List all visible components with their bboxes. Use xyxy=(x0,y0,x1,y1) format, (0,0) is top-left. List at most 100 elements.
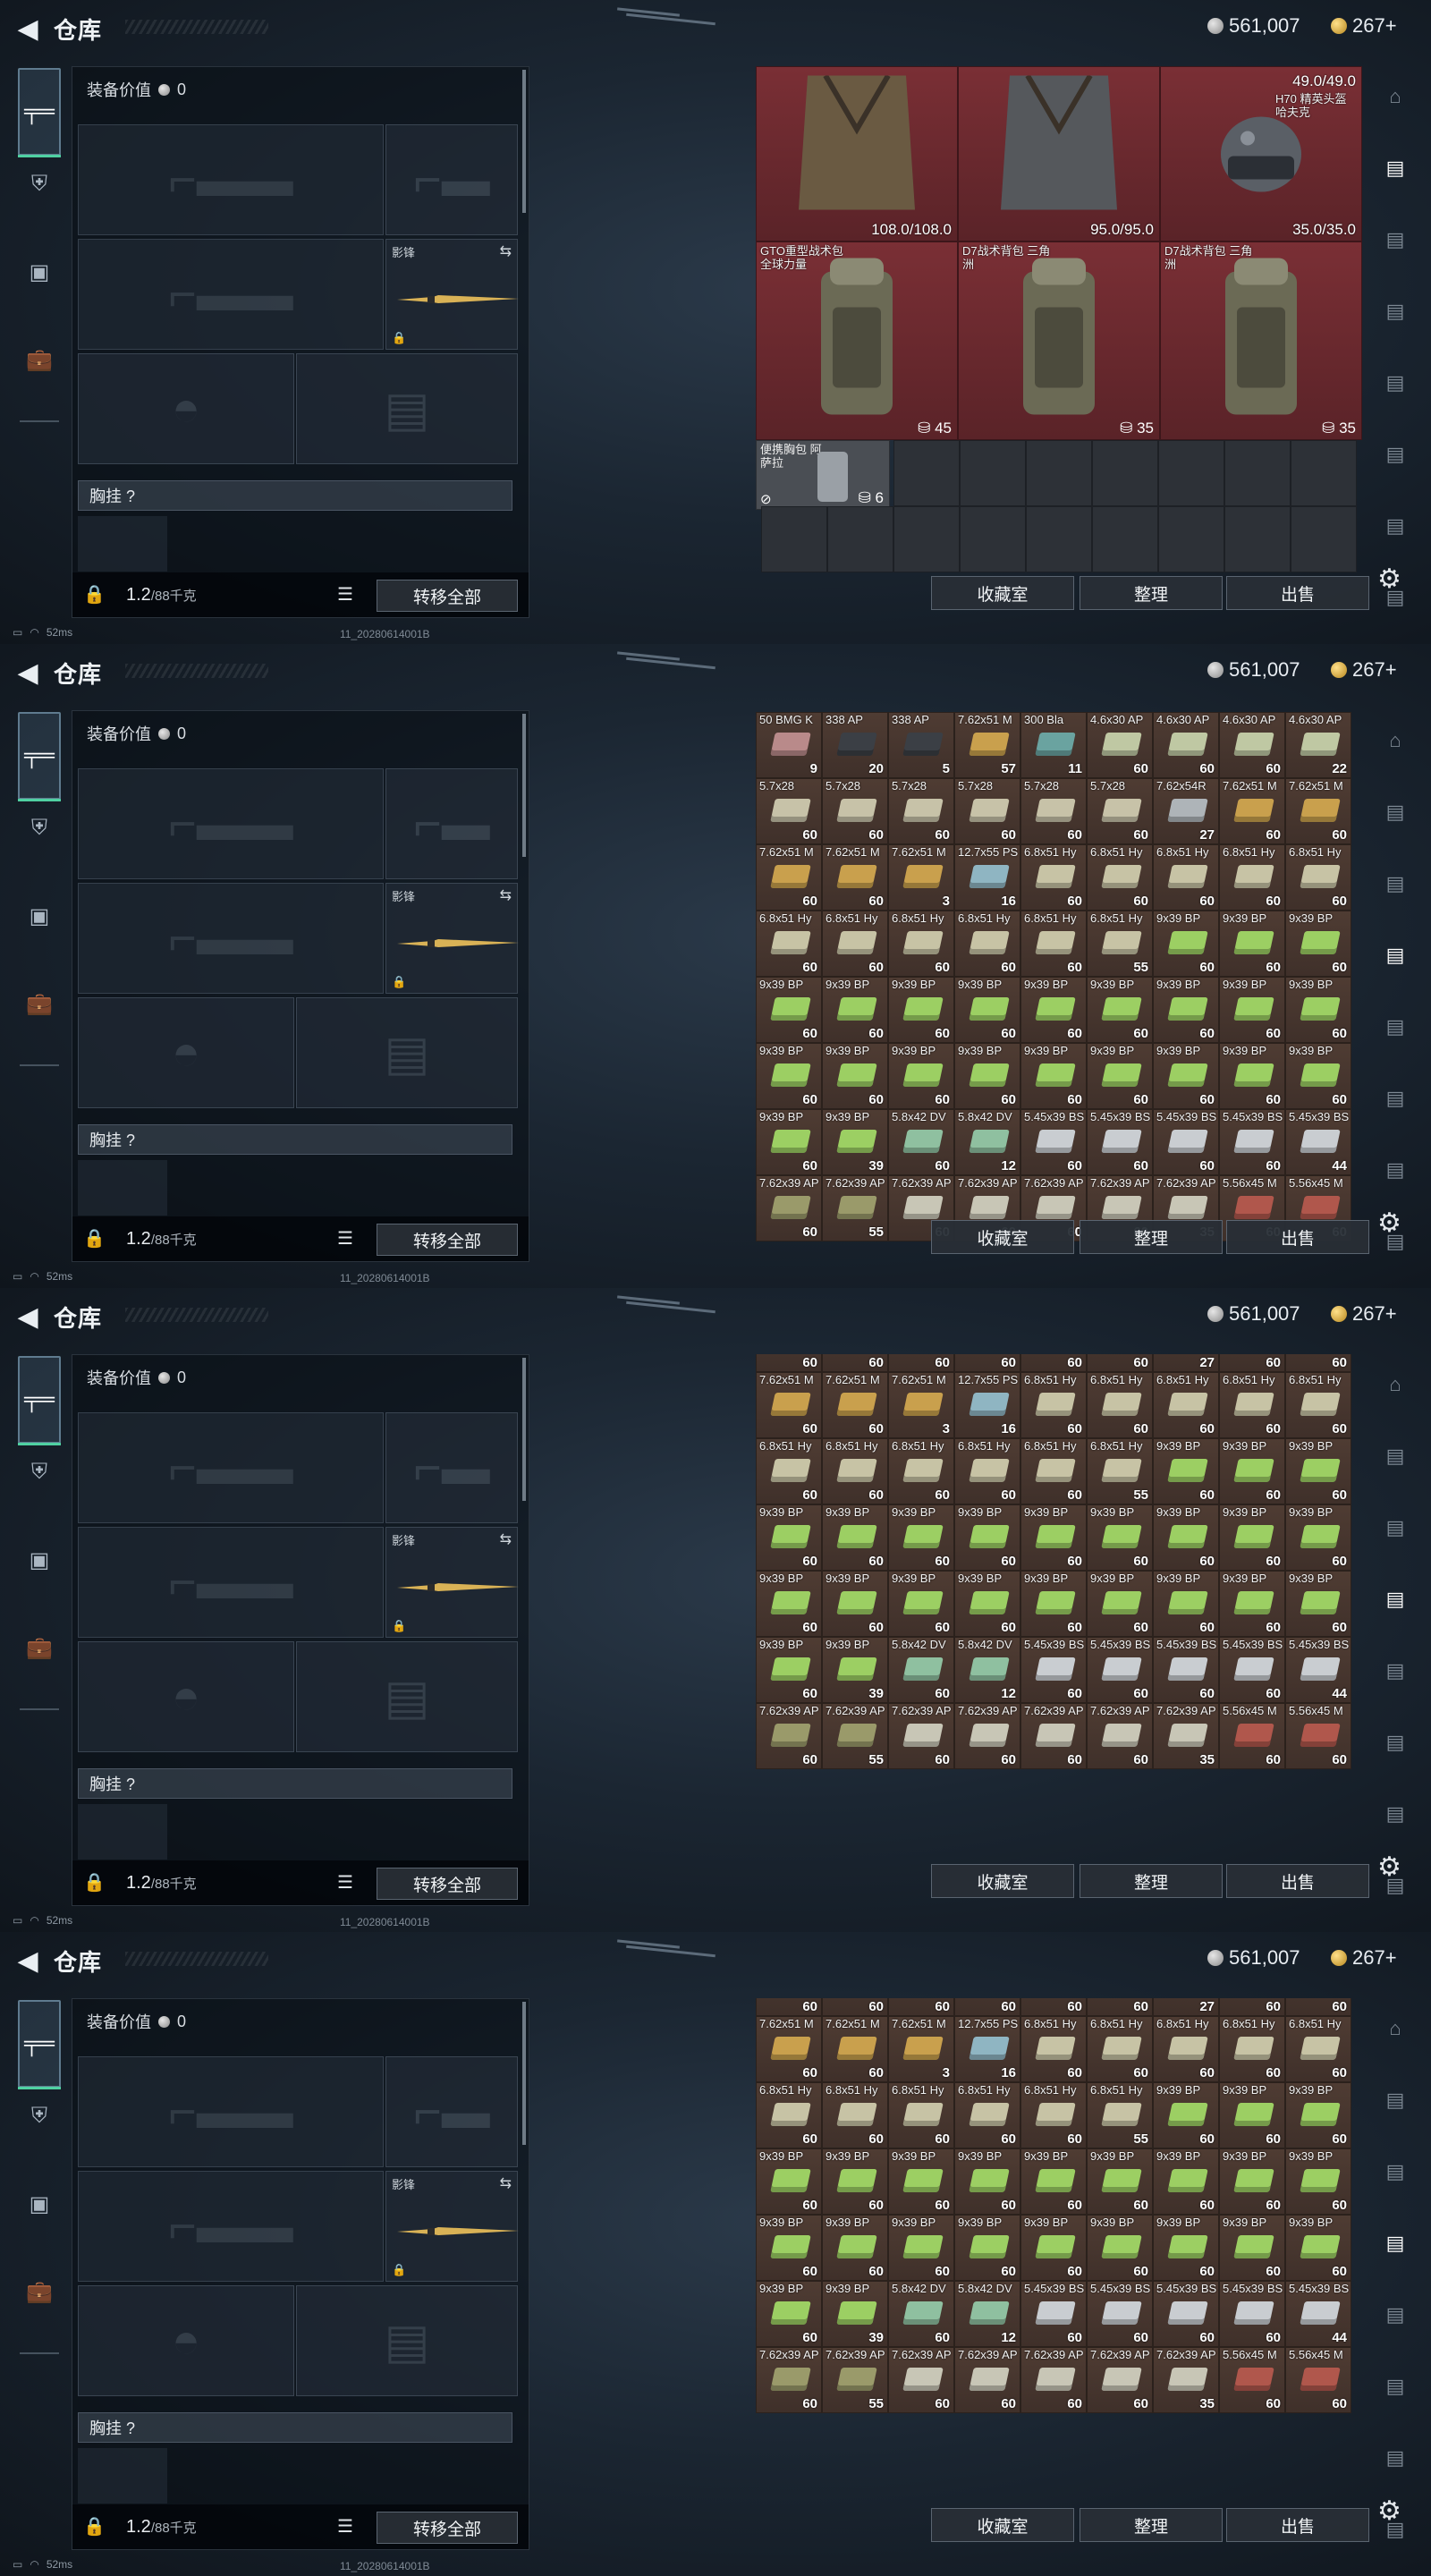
stash-page-5-icon[interactable]: ▤ xyxy=(1376,435,1415,474)
ammo-item[interactable]: 6.8x51 Hy 60 xyxy=(822,911,888,977)
briefcase-tab-icon[interactable]: 💼 xyxy=(20,340,59,379)
stash-page-1-icon[interactable]: ▤ xyxy=(1376,2080,1415,2120)
ammo-item[interactable]: 7.62x51 M60 xyxy=(1285,778,1351,844)
stash-page-2-icon[interactable]: ▤ xyxy=(1376,864,1415,903)
ammo-item[interactable]: 9x39 BP 60 xyxy=(888,2215,954,2281)
ammo-item[interactable]: 9x39 BP 60 xyxy=(1153,2148,1219,2215)
ammo-item[interactable]: 7.62x51 M 57 xyxy=(954,712,1020,778)
ammo-item[interactable]: 7.62x39 AP 55 xyxy=(822,2347,888,2413)
weapon-tab-icon[interactable]: ╤═ xyxy=(18,2000,61,2089)
ammo-item[interactable]: 5.8x42 DV 60 xyxy=(888,1637,954,1703)
stash-page-1-icon[interactable]: ▤ xyxy=(1376,1436,1415,1476)
ammo-item[interactable]: 7.62x51 M60 xyxy=(1219,1998,1285,2016)
ammo-item[interactable]: 5.7x2860 xyxy=(756,1354,822,1372)
ammo-item[interactable]: 9x39 BP 60 xyxy=(756,1504,822,1571)
backpack-item[interactable]: GTO重型战术包 全球力量 ⛁ 45 xyxy=(756,242,958,440)
ammo-item[interactable]: 9x39 BP 60 xyxy=(1020,977,1087,1043)
ammo-item[interactable]: 12.7x55 PS 16 xyxy=(954,844,1020,911)
ammo-item[interactable]: 6.8x51 Hy 60 xyxy=(888,1438,954,1504)
ammo-item[interactable]: 7.62x39 AP 60 xyxy=(888,1703,954,1769)
ammo-item[interactable]: 6.8x51 Hy 55 xyxy=(1087,1438,1153,1504)
ammo-item[interactable]: 7.62x39 AP 60 xyxy=(1087,2347,1153,2413)
ammo-item[interactable]: 6.8x51 Hy 60 xyxy=(1219,2016,1285,2082)
settings-gear-icon[interactable]: ⚙ xyxy=(1377,564,1401,595)
sort-button[interactable]: 整理 xyxy=(1080,2508,1223,2542)
collection-button[interactable]: 收藏室 xyxy=(931,576,1074,610)
transfer-all-button[interactable]: 转移全部 xyxy=(377,1868,518,1900)
empty-cell[interactable] xyxy=(893,440,960,506)
ammo-item[interactable]: 6.8x51 Hy 60 xyxy=(756,1438,822,1504)
ammo-item[interactable]: 9x39 BP 60 xyxy=(1153,977,1219,1043)
ammo-item[interactable]: 7.62x39 AP 60 xyxy=(756,2347,822,2413)
ammo-item[interactable]: 7.62x39 AP 60 xyxy=(954,2347,1020,2413)
back-arrow-icon[interactable]: ◀ xyxy=(13,655,43,691)
ammo-item[interactable]: 9x39 BP 60 xyxy=(1020,1043,1087,1109)
ammo-item[interactable]: 12.7x55 PS 16 xyxy=(954,2016,1020,2082)
chest-rig-slot[interactable] xyxy=(78,1804,167,1860)
empty-cell[interactable] xyxy=(1026,506,1092,572)
back-arrow-icon[interactable]: ◀ xyxy=(13,1299,43,1335)
ammo-item[interactable]: 9x39 BP 60 xyxy=(756,2148,822,2215)
empty-cell[interactable] xyxy=(761,506,827,572)
equipment-scrollbar[interactable] xyxy=(522,70,526,213)
helmet-item[interactable]: H70 精英头盔 哈夫克 49.0/49.0 35.0/35.0 xyxy=(1160,66,1362,242)
transfer-all-button[interactable]: 转移全部 xyxy=(377,1224,518,1256)
melee-slot[interactable]: 影锋 ⇆ 🔒 xyxy=(385,239,519,350)
secondary-weapon-slot[interactable]: ⌐▬▬ xyxy=(78,1527,384,1638)
ammo-item[interactable]: 9x39 BP 60 xyxy=(1087,1504,1153,1571)
ammo-item[interactable]: 9x39 BP 60 xyxy=(1285,1504,1351,1571)
chest-rig-header[interactable]: 胸挂 ? xyxy=(78,2412,512,2443)
stash-page-4-icon[interactable]: ▤ xyxy=(1376,363,1415,402)
ammo-item[interactable]: 6.8x51 Hy 60 xyxy=(1219,1372,1285,1438)
ammo-item[interactable]: 6.8x51 Hy 60 xyxy=(954,2082,1020,2148)
swap-icon[interactable]: ⇆ xyxy=(500,2174,512,2192)
ammo-item[interactable]: 7.62x39 AP 35 xyxy=(1153,1703,1219,1769)
ammo-item[interactable]: 4.6x30 AP 60 xyxy=(1153,712,1219,778)
armor-tab-icon[interactable]: ⛨ xyxy=(20,1453,59,1492)
ammo-item[interactable]: 7.62x39 AP 60 xyxy=(1020,2347,1087,2413)
gold-currency[interactable]: 267+ xyxy=(1331,1302,1397,1326)
list-icon[interactable]: ☰ xyxy=(337,1871,353,1894)
settings-gear-icon[interactable]: ⚙ xyxy=(1377,1208,1401,1239)
ammo-item[interactable]: 9x39 BP 60 xyxy=(756,1043,822,1109)
ammo-item[interactable]: 9x39 BP 60 xyxy=(1285,1571,1351,1637)
stash-page-2-icon[interactable]: ▤ xyxy=(1376,220,1415,259)
ammo-item[interactable]: 9x39 BP 60 xyxy=(1020,2215,1087,2281)
ammo-item[interactable]: 9x39 BP 60 xyxy=(954,1571,1020,1637)
swap-icon[interactable]: ⇆ xyxy=(500,1530,512,1548)
ammo-item[interactable]: 5.7x2860 xyxy=(756,778,822,844)
vest-item[interactable]: 108.0/108.0 xyxy=(756,66,958,242)
stash-page-4-icon[interactable]: ▤ xyxy=(1376,1007,1415,1046)
list-icon[interactable]: ☰ xyxy=(337,2515,353,2538)
melee-slot[interactable]: 影锋 ⇆ 🔒 xyxy=(385,883,519,994)
chest-rig-item[interactable]: 便携胸包 阿萨拉 ⊘ ⛁ 6 xyxy=(756,440,890,510)
equipment-scrollbar[interactable] xyxy=(522,2002,526,2145)
ammo-item[interactable]: 7.62x51 M60 xyxy=(756,2016,822,2082)
ammo-item[interactable]: 5.7x2860 xyxy=(954,778,1020,844)
ammo-item[interactable]: 9x39 BP 60 xyxy=(1285,2215,1351,2281)
ammo-item[interactable]: 9x39 BP 60 xyxy=(756,2281,822,2347)
ammo-item[interactable]: 9x39 BP 60 xyxy=(1153,2082,1219,2148)
ammo-item[interactable]: 5.7x2860 xyxy=(888,1354,954,1372)
ammo-item[interactable]: 9x39 BP 60 xyxy=(1020,1504,1087,1571)
ammo-item[interactable]: 5.45x39 BS 60 xyxy=(1153,2281,1219,2347)
ammo-item[interactable]: 6.8x51 Hy 60 xyxy=(1285,1372,1351,1438)
ammo-item[interactable]: 5.7x2860 xyxy=(822,778,888,844)
ammo-item[interactable]: 9x39 BP 60 xyxy=(1219,1504,1285,1571)
backpack-tab-icon[interactable]: ▣ xyxy=(20,1540,59,1580)
ammo-item[interactable]: 9x39 BP 60 xyxy=(822,2148,888,2215)
body-armor-slot[interactable]: ▤ xyxy=(296,997,518,1108)
ammo-item[interactable]: 6.8x51 Hy 60 xyxy=(1087,2016,1153,2082)
chest-rig-slot[interactable] xyxy=(78,516,167,572)
back-arrow-icon[interactable]: ◀ xyxy=(13,1943,43,1979)
ammo-item[interactable]: 5.7x2860 xyxy=(822,1354,888,1372)
ammo-item[interactable]: 9x39 BP 60 xyxy=(756,1571,822,1637)
ammo-item[interactable]: 9x39 BP 60 xyxy=(954,977,1020,1043)
empty-cell[interactable] xyxy=(1224,506,1291,572)
stash-page-2-icon[interactable]: ▤ xyxy=(1376,2152,1415,2191)
pistol-slot[interactable]: ⌐▬ xyxy=(385,1412,518,1523)
stash-page-1-icon[interactable]: ▤ xyxy=(1376,792,1415,832)
ammo-item[interactable]: 7.62x51 M60 xyxy=(756,1372,822,1438)
armor-tab-icon[interactable]: ⛨ xyxy=(20,165,59,204)
ammo-item[interactable]: 6.8x51 Hy 60 xyxy=(1020,911,1087,977)
